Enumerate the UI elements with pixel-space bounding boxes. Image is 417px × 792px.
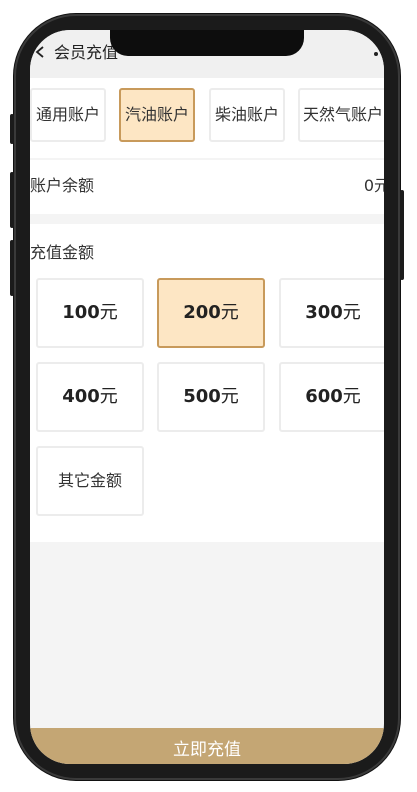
amount-unit: 元 xyxy=(342,386,361,407)
more-icon[interactable] xyxy=(374,52,378,56)
amount-value: 600 xyxy=(305,386,343,407)
amount-unit: 元 xyxy=(220,302,239,323)
volume-up-button xyxy=(10,172,14,228)
amount-option-500[interactable]: 500元 xyxy=(157,362,265,432)
amount-option-100[interactable]: 100元 xyxy=(36,278,144,348)
account-tabs: 通用账户 汽油账户 柴油账户 天然气账户 xyxy=(30,78,384,158)
camera-notch xyxy=(110,30,304,56)
balance-value: 0元 xyxy=(363,176,384,195)
tab-general-account[interactable]: 通用账户 xyxy=(30,88,106,142)
tab-natural-gas-account[interactable]: 天然气账户 xyxy=(298,88,384,142)
amount-value: 100 xyxy=(62,302,100,323)
amount-unit: 元 xyxy=(342,302,361,323)
amount-option-300[interactable]: 300元 xyxy=(279,278,384,348)
amount-value: 200 xyxy=(183,302,221,323)
amount-option-400[interactable]: 400元 xyxy=(36,362,144,432)
app-screen: 会员充值 通用账户 汽油账户 柴油账户 天然气账户 账户余额 0元 充值金额 1… xyxy=(30,30,384,764)
tab-gasoline-account[interactable]: 汽油账户 xyxy=(119,88,195,142)
amount-unit: 元 xyxy=(99,386,118,407)
amount-unit: 元 xyxy=(99,302,118,323)
amount-value: 400 xyxy=(62,386,100,407)
balance-row: 账户余额 0元 xyxy=(30,160,384,214)
recharge-now-button[interactable]: 立即充值 xyxy=(30,728,384,764)
amount-unit: 元 xyxy=(220,386,239,407)
amount-option-600[interactable]: 600元 xyxy=(279,362,384,432)
recharge-amount-title: 充值金额 xyxy=(30,243,95,262)
amount-value: 300 xyxy=(305,302,343,323)
back-arrow-icon[interactable] xyxy=(34,42,48,62)
amount-value: 500 xyxy=(183,386,221,407)
balance-label: 账户余额 xyxy=(30,176,95,195)
amount-option-200[interactable]: 200元 xyxy=(157,278,265,348)
amount-option-other[interactable]: 其它金额 xyxy=(36,446,144,516)
power-button xyxy=(400,190,404,280)
page-title: 会员充值 xyxy=(54,43,119,62)
volume-down-button xyxy=(10,240,14,296)
recharge-amount-section: 充值金额 100元 200元 300元 400元 500元 600元 其它金额 xyxy=(30,224,384,542)
tab-diesel-account[interactable]: 柴油账户 xyxy=(209,88,285,142)
mute-switch xyxy=(10,114,14,144)
